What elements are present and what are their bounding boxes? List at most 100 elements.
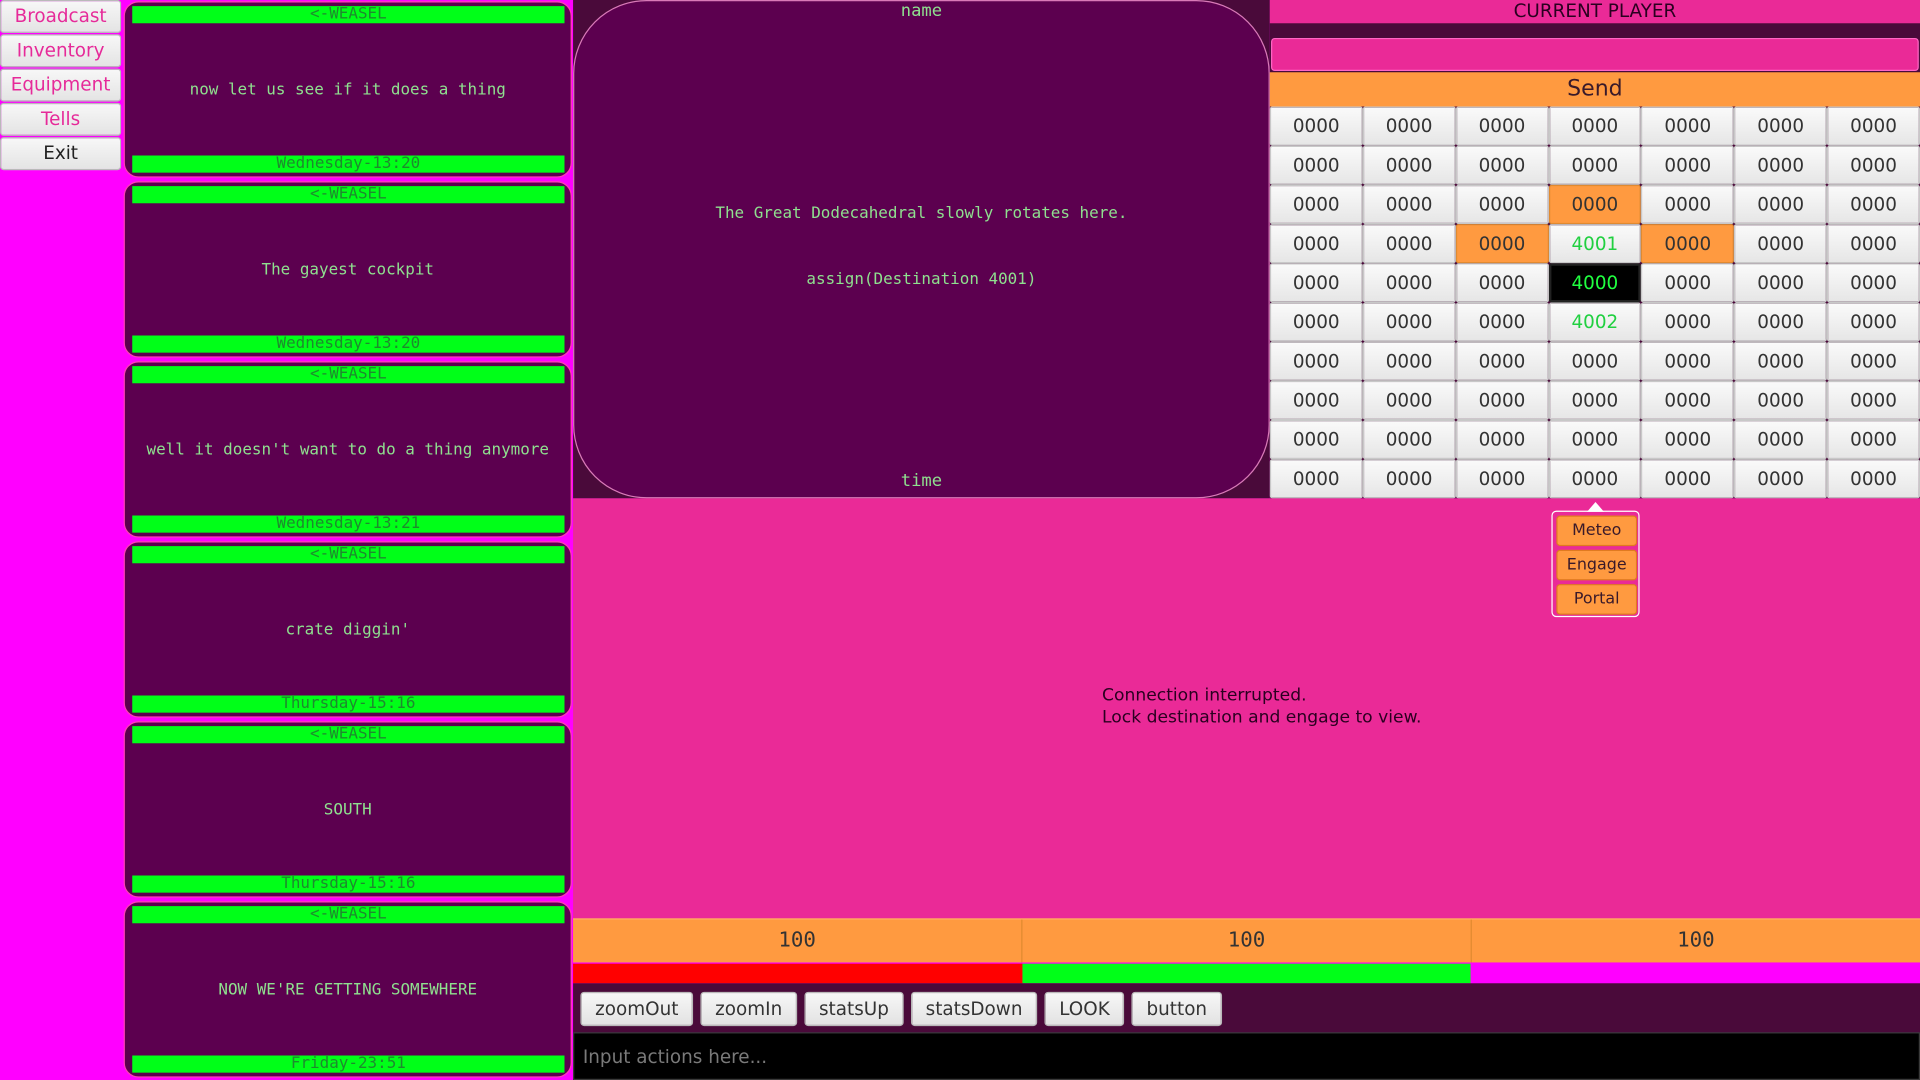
grid-cell[interactable]: 0000 <box>1455 145 1549 185</box>
grid-cell[interactable]: 4002 <box>1548 302 1642 342</box>
grid-cell[interactable]: 0000 <box>1548 145 1642 185</box>
room-panel: name The Great Dodecahedral slowly rotat… <box>573 0 1270 499</box>
stat-value-1: 100 <box>573 919 1023 963</box>
grid-cell[interactable]: 0000 <box>1641 106 1735 146</box>
grid-cell[interactable]: 0000 <box>1641 380 1735 421</box>
grid-cell[interactable]: 0000 <box>1641 184 1735 225</box>
grid-cell[interactable]: 0000 <box>1269 184 1363 225</box>
grid-cell[interactable]: 0000 <box>1548 184 1642 225</box>
grid-cell[interactable]: 0000 <box>1734 224 1828 264</box>
grid-cell[interactable]: 0000 <box>1362 145 1456 185</box>
exit-button[interactable]: Exit <box>0 137 122 171</box>
grid-cell[interactable]: 0000 <box>1827 302 1920 342</box>
grid-cell[interactable]: 0000 <box>1734 263 1828 303</box>
engage-button[interactable]: Engage <box>1556 549 1638 581</box>
grid-cell[interactable]: 0000 <box>1455 420 1549 460</box>
grid-cell[interactable]: 0000 <box>1269 145 1363 185</box>
action-input[interactable] <box>573 1032 1920 1080</box>
grid-cell[interactable]: 0000 <box>1827 420 1920 460</box>
grid-cell[interactable]: 0000 <box>1734 420 1828 460</box>
grid-cell[interactable]: 0000 <box>1827 341 1920 381</box>
equipment-button[interactable]: Equipment <box>0 68 122 102</box>
grid-cell[interactable]: 0000 <box>1455 263 1549 303</box>
stat-value-2: 100 <box>1022 919 1472 963</box>
grid-cell[interactable]: 0000 <box>1641 263 1735 303</box>
grid-cell[interactable]: 0000 <box>1362 263 1456 303</box>
grid-cell[interactable]: 0000 <box>1827 380 1920 421</box>
grid-cell[interactable]: 0000 <box>1641 341 1735 381</box>
stats-down-button[interactable]: statsDown <box>910 991 1038 1027</box>
stat-bar-fill <box>1471 963 1920 984</box>
grid-cell[interactable]: 0000 <box>1734 302 1828 342</box>
grid-cell[interactable]: 0000 <box>1362 380 1456 421</box>
grid-cell[interactable]: 4000 <box>1548 263 1642 303</box>
zoom-in-button[interactable]: zoomIn <box>700 991 797 1027</box>
message-list[interactable]: <-WEASEL now let us see if it does a thi… <box>121 0 574 1080</box>
grid-cell[interactable]: 0000 <box>1455 224 1549 264</box>
grid-cell[interactable]: 0000 <box>1269 224 1363 264</box>
room-view: name The Great Dodecahedral slowly rotat… <box>573 0 1270 499</box>
grid-cell[interactable]: 0000 <box>1734 184 1828 225</box>
grid-cell[interactable]: 0000 <box>1455 302 1549 342</box>
message-time: Thursday-15:16 <box>132 695 565 713</box>
grid-cell[interactable]: 0000 <box>1269 459 1363 499</box>
room-time: time <box>900 471 943 492</box>
grid-cell[interactable]: 0000 <box>1827 224 1920 264</box>
grid-cell[interactable]: 0000 <box>1269 106 1363 146</box>
grid-cell[interactable]: 0000 <box>1455 341 1549 381</box>
grid-cell[interactable]: 0000 <box>1269 302 1363 342</box>
generic-button[interactable]: button <box>1131 991 1222 1027</box>
broadcast-button[interactable]: Broadcast <box>0 0 122 34</box>
grid-cell[interactable]: 0000 <box>1548 106 1642 146</box>
grid-cell[interactable]: 0000 <box>1548 459 1642 499</box>
grid-cell[interactable]: 0000 <box>1827 459 1920 499</box>
grid-cell[interactable]: 4001 <box>1548 224 1642 264</box>
grid-cell[interactable]: 0000 <box>1455 380 1549 421</box>
grid-cell[interactable]: 0000 <box>1455 106 1549 146</box>
grid-cell[interactable]: 0000 <box>1734 106 1828 146</box>
inventory-button[interactable]: Inventory <box>0 34 122 68</box>
meteo-button[interactable]: Meteo <box>1556 515 1638 547</box>
grid-cell[interactable]: 0000 <box>1827 184 1920 225</box>
grid-cell[interactable]: 0000 <box>1734 341 1828 381</box>
grid-cell[interactable]: 0000 <box>1455 459 1549 499</box>
grid-cell[interactable]: 0000 <box>1734 380 1828 421</box>
zoom-out-button[interactable]: zoomOut <box>580 991 694 1027</box>
send-button[interactable]: Send <box>1269 72 1920 107</box>
stats-up-button[interactable]: statsUp <box>804 991 904 1027</box>
grid-cell[interactable]: 0000 <box>1548 380 1642 421</box>
grid-cell[interactable]: 0000 <box>1362 184 1456 225</box>
grid-cell[interactable]: 0000 <box>1641 224 1735 264</box>
map-status-line: Lock destination and engage to view. <box>1102 707 1422 728</box>
look-button[interactable]: LOOK <box>1044 991 1125 1027</box>
player-input[interactable] <box>1271 37 1919 72</box>
message-time: Friday-23:51 <box>132 1055 565 1073</box>
grid-cell[interactable]: 0000 <box>1362 420 1456 460</box>
grid-cell[interactable]: 0000 <box>1548 341 1642 381</box>
grid-cell[interactable]: 0000 <box>1455 184 1549 225</box>
grid-cell[interactable]: 0000 <box>1362 341 1456 381</box>
message-text: crate diggin' <box>285 620 411 639</box>
grid-cell[interactable]: 0000 <box>1641 302 1735 342</box>
grid-cell[interactable]: 0000 <box>1269 263 1363 303</box>
grid-cell[interactable]: 0000 <box>1362 224 1456 264</box>
grid-cell[interactable]: 0000 <box>1362 302 1456 342</box>
grid-cell[interactable]: 0000 <box>1734 145 1828 185</box>
tells-button[interactable]: Tells <box>0 102 122 136</box>
grid-cell[interactable]: 0000 <box>1827 106 1920 146</box>
grid-cell[interactable]: 0000 <box>1362 106 1456 146</box>
grid-cell[interactable]: 0000 <box>1548 420 1642 460</box>
message-text: SOUTH <box>323 800 372 819</box>
grid-cell[interactable]: 0000 <box>1269 341 1363 381</box>
grid-cell[interactable]: 0000 <box>1269 380 1363 421</box>
grid-cell[interactable]: 0000 <box>1641 420 1735 460</box>
grid-cell[interactable]: 0000 <box>1641 459 1735 499</box>
grid-cell[interactable]: 0000 <box>1362 459 1456 499</box>
grid-cell[interactable]: 0000 <box>1641 145 1735 185</box>
grid-cell[interactable]: 0000 <box>1269 420 1363 460</box>
grid-cell[interactable]: 0000 <box>1827 263 1920 303</box>
message-card: <-WEASEL crate diggin' Thursday-15:16 <box>123 541 572 718</box>
portal-button[interactable]: Portal <box>1556 584 1638 615</box>
grid-cell[interactable]: 0000 <box>1734 459 1828 499</box>
grid-cell[interactable]: 0000 <box>1827 145 1920 185</box>
